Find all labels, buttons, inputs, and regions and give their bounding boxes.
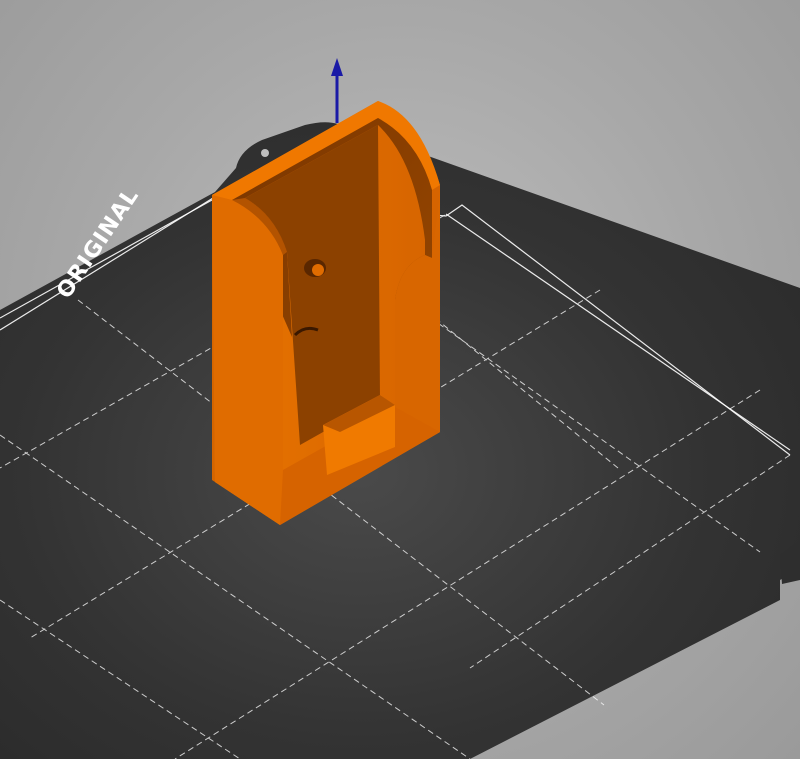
- scene-canvas[interactable]: ORIGINAL: [0, 0, 800, 759]
- part-left-pillar: [212, 195, 283, 525]
- 3d-viewport[interactable]: ORIGINAL: [0, 0, 800, 759]
- bed-mount-hole: [261, 149, 269, 157]
- part-mount-hole-inner: [312, 264, 324, 276]
- z-axis-arrow-icon[interactable]: [331, 58, 343, 123]
